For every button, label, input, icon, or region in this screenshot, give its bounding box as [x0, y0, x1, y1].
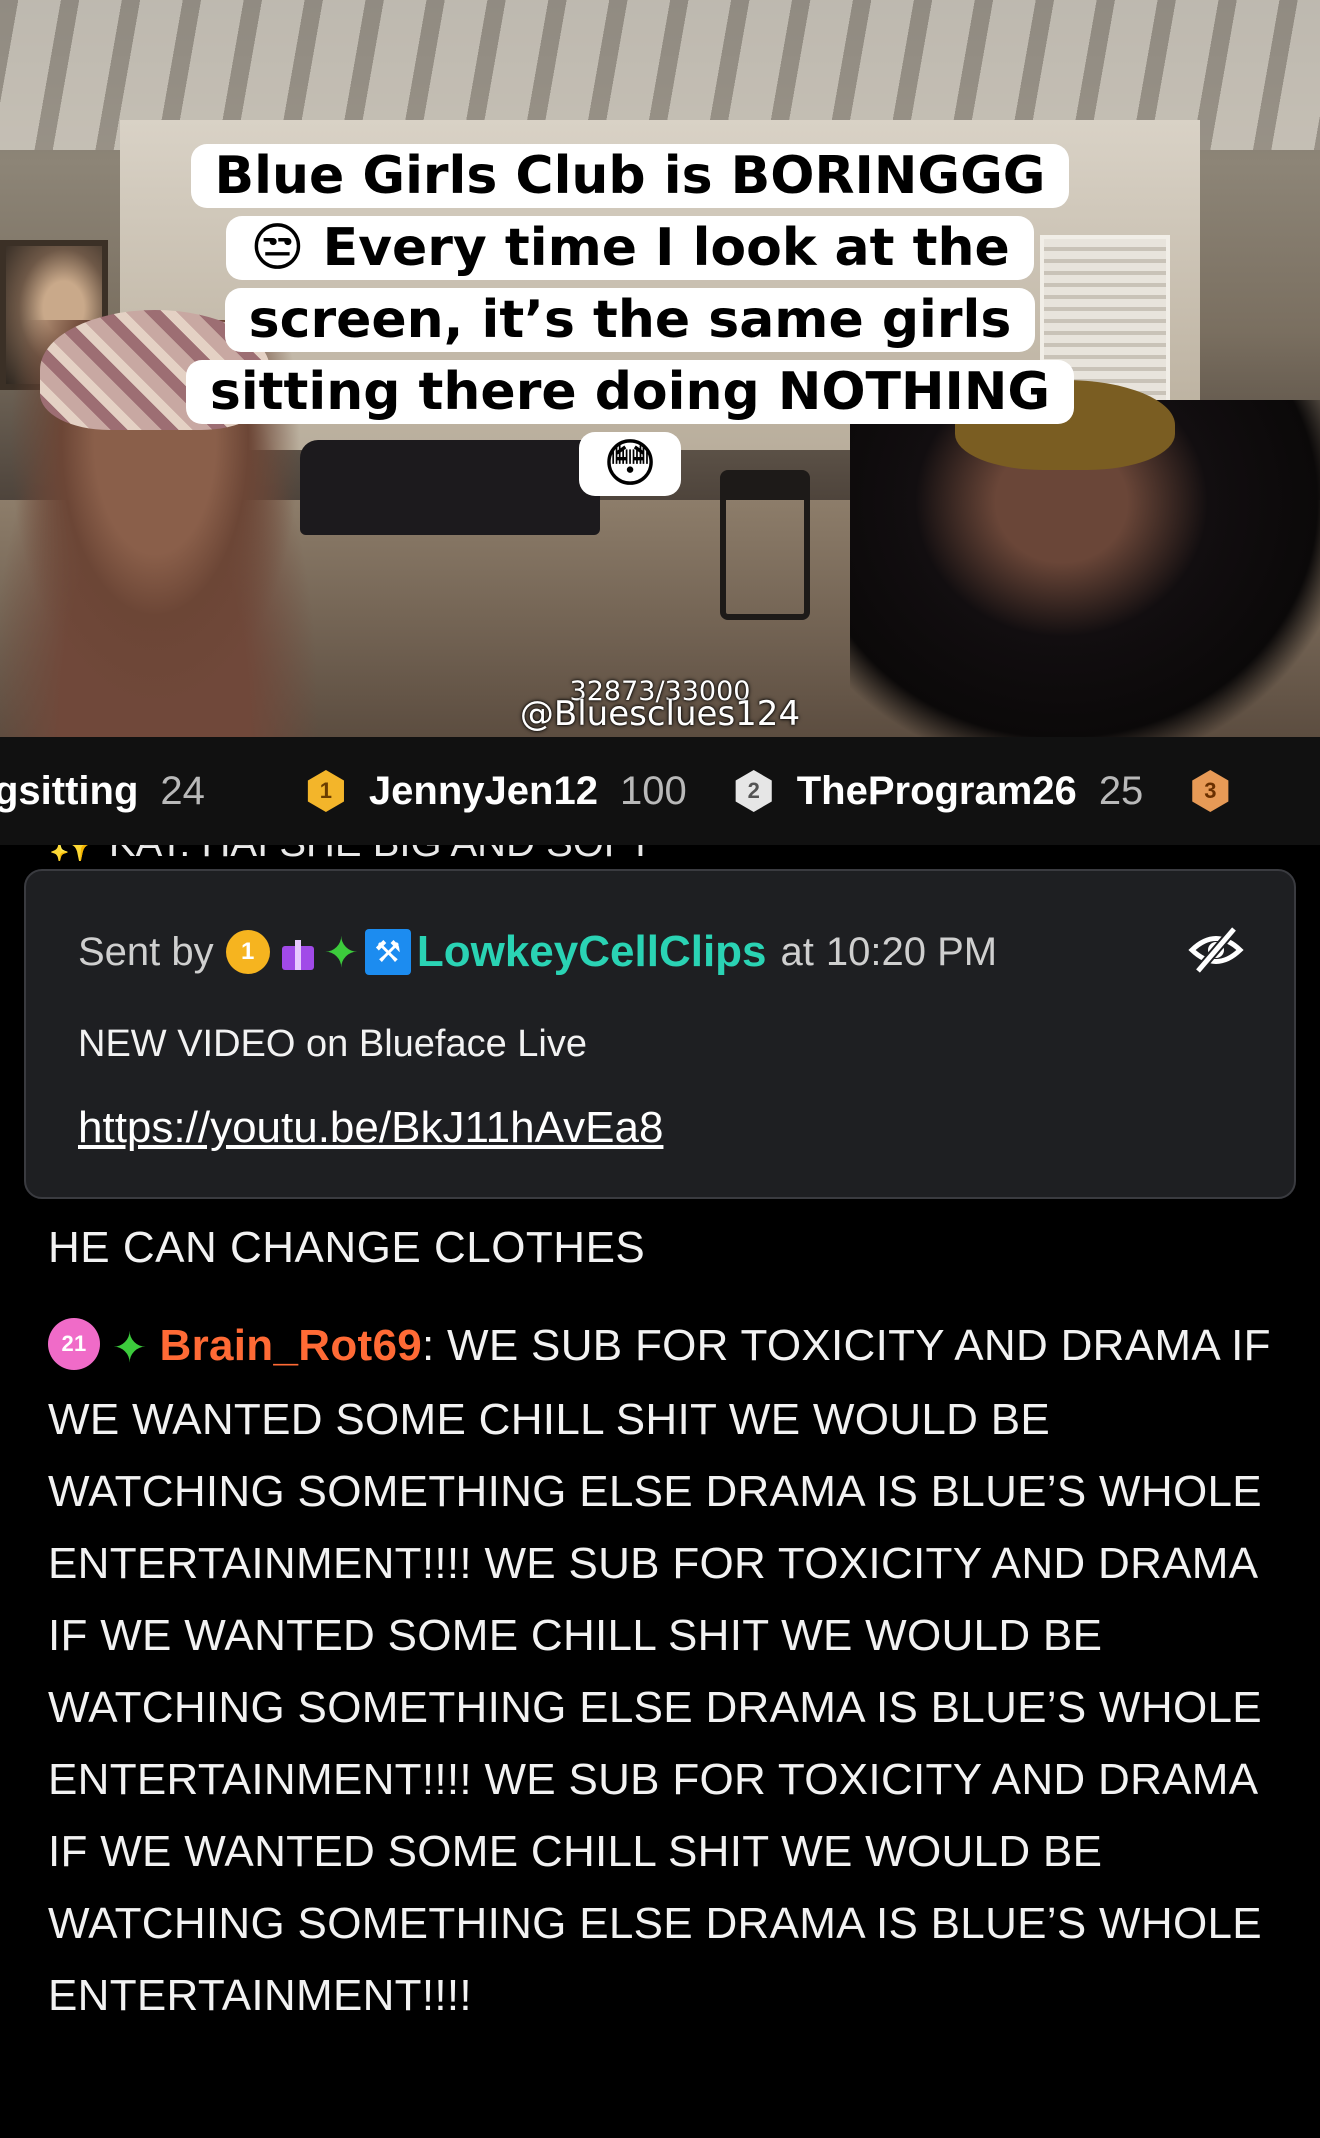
- leaderboard-score: 25: [1098, 768, 1144, 813]
- leaderboard-entry[interactable]: 2 TheProgram26 25: [733, 768, 1144, 814]
- pinned-time: 10:20 PM: [825, 929, 998, 974]
- gift-icon: [278, 932, 318, 972]
- pinned-header: Sent by 1 ✦ ⚒ LowkeyCellClips at 10:20 P…: [78, 927, 997, 977]
- pinned-username[interactable]: LowkeyCellClips: [417, 927, 767, 977]
- pinned-message[interactable]: Sent by 1 ✦ ⚒ LowkeyCellClips at 10:20 P…: [24, 869, 1296, 1199]
- sent-by-label: Sent by: [78, 929, 214, 974]
- pinned-body: NEW VIDEO on Blueface Live: [78, 1023, 587, 1065]
- pinned-video-link[interactable]: https://youtu.be/BkJ11hAvEa8: [78, 1103, 663, 1153]
- chat-username[interactable]: Brain_Rot69: [160, 1321, 423, 1370]
- sparkle-icon: ✦: [112, 1324, 148, 1372]
- video-caption: Blue Girls Club is BORINGGG 😒 Every time…: [150, 140, 1110, 500]
- bronze-medal-icon: 3: [1192, 770, 1229, 812]
- subscriber-badge-icon: 21: [48, 1318, 100, 1371]
- leaderboard-score: 100: [619, 768, 687, 813]
- chat-panel[interactable]: ✨ KAT: HAI SHE BIG AND SOFT Sent by 1 ✦ …: [0, 845, 1320, 2138]
- leaderboard-entry[interactable]: 3: [1189, 770, 1253, 812]
- leaderboard-entry[interactable]: 1 JennyJen12 100: [305, 769, 687, 814]
- eye-off-icon[interactable]: [1188, 925, 1244, 975]
- leaderboard-entry[interactable]: gsitting 24: [0, 769, 205, 814]
- video-player[interactable]: Blue Girls Club is BORINGGG 😒 Every time…: [0, 0, 1320, 737]
- chat-message: HE CAN CHANGE CLOTHES: [48, 1223, 646, 1272]
- sparkle-icon: ✦: [323, 928, 359, 976]
- gold-medal-icon: 1: [307, 770, 344, 812]
- caption-line: 😳: [578, 432, 682, 496]
- leaderboard-score: 24: [160, 768, 205, 813]
- level-badge-icon: 1: [225, 930, 270, 974]
- pinned-at-label: at: [780, 929, 814, 974]
- creator-watermark: @Bluesclues124: [519, 694, 801, 734]
- caption-line: sitting there doing NOTHING: [185, 360, 1075, 424]
- leaderboard-name: gsitting: [0, 768, 139, 813]
- chat-message: 21 ✦ Brain_Rot69: WE SUB FOR TOXICITY AND …: [48, 1310, 1288, 2032]
- leaderboard-name: TheProgram26: [796, 768, 1077, 813]
- caption-line: Blue Girls Club is BORINGGG: [190, 144, 1070, 208]
- caption-line: 😒 Every time I look at the: [226, 216, 1034, 280]
- leaderboard-name: JennyJen12: [368, 768, 598, 813]
- caption-line: screen, it’s the same girls: [224, 288, 1036, 352]
- chat-message-cutoff: ✨ KAT: HAI SHE BIG AND SOFT: [48, 845, 848, 861]
- chat-message-text: : WE SUB FOR TOXICITY AND DRAMA IF WE WA…: [48, 1321, 1271, 2021]
- silver-medal-icon: 2: [735, 770, 772, 812]
- gifter-leaderboard[interactable]: gsitting 24 1 JennyJen12 100 2 TheProgra…: [0, 737, 1320, 845]
- moderator-hammer-icon: ⚒: [364, 929, 411, 975]
